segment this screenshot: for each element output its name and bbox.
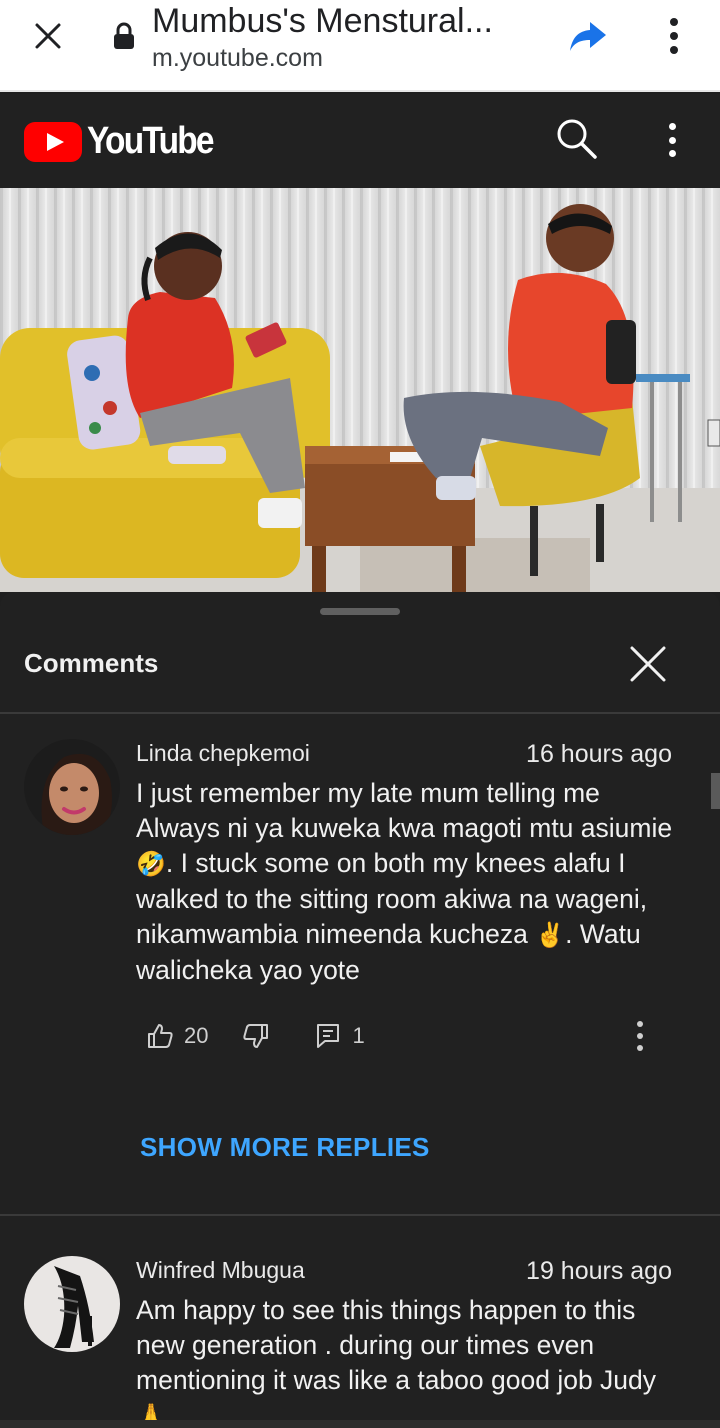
thumb-up-icon xyxy=(148,1024,173,1048)
comment-text: Am happy to see this things happen to th… xyxy=(136,1293,684,1420)
like-button[interactable]: 20 xyxy=(146,1022,208,1050)
comment-time: 19 hours ago xyxy=(526,1257,672,1285)
avatar-image xyxy=(24,739,120,835)
pray-emoji: 🙏 xyxy=(136,1403,166,1420)
victory-emoji: ✌️ xyxy=(535,922,566,949)
youtube-logo[interactable]: YouTube xyxy=(24,120,230,163)
lock-icon xyxy=(114,22,134,49)
like-count: 20 xyxy=(184,1023,209,1048)
comment-author[interactable]: Winfred Mbugua xyxy=(136,1257,305,1284)
divider xyxy=(0,712,720,714)
rofl-emoji: 🤣 xyxy=(136,851,166,878)
comment-actions: 20 1 xyxy=(146,1018,365,1054)
video-player[interactable] xyxy=(0,188,720,592)
close-icon xyxy=(35,23,61,49)
show-more-replies-button[interactable]: SHOW MORE REPLIES xyxy=(140,1132,430,1163)
video-frame-image xyxy=(0,188,720,592)
search-icon[interactable] xyxy=(554,116,598,160)
more-vert-icon[interactable] xyxy=(634,1018,646,1054)
page-url: m.youtube.com xyxy=(152,44,323,72)
thumb-down-icon xyxy=(243,1024,269,1048)
youtube-header: YouTube xyxy=(0,94,720,188)
reply-count: 1 xyxy=(352,1023,365,1048)
avatar-image xyxy=(24,1256,120,1352)
scrollbar-thumb[interactable] xyxy=(711,773,720,809)
page-title: Mumbus's Menstural... xyxy=(152,2,493,40)
youtube-wordmark: YouTube xyxy=(87,120,215,162)
comment-time: 16 hours ago xyxy=(526,740,672,768)
divider xyxy=(0,1214,720,1216)
share-icon[interactable] xyxy=(568,18,608,54)
avatar[interactable] xyxy=(24,739,120,835)
reply-icon xyxy=(317,1024,340,1048)
more-vert-icon[interactable] xyxy=(664,120,680,160)
bottom-edge xyxy=(0,1420,720,1428)
comment-author[interactable]: Linda chepkemoi xyxy=(136,740,310,767)
avatar[interactable] xyxy=(24,1256,120,1352)
browser-more-button[interactable] xyxy=(658,14,690,58)
browser-tab-bar: Mumbus's Menstural... m.youtube.com xyxy=(0,0,720,92)
comment-text: I just remember my late mum telling me A… xyxy=(136,778,673,985)
close-tab-button[interactable] xyxy=(28,16,68,56)
reply-button[interactable]: 1 xyxy=(314,1022,365,1050)
dislike-button[interactable] xyxy=(242,1022,270,1050)
drag-handle[interactable] xyxy=(320,608,400,615)
comments-title: Comments xyxy=(24,648,159,678)
close-icon[interactable] xyxy=(626,642,670,686)
youtube-play-icon xyxy=(24,121,82,162)
